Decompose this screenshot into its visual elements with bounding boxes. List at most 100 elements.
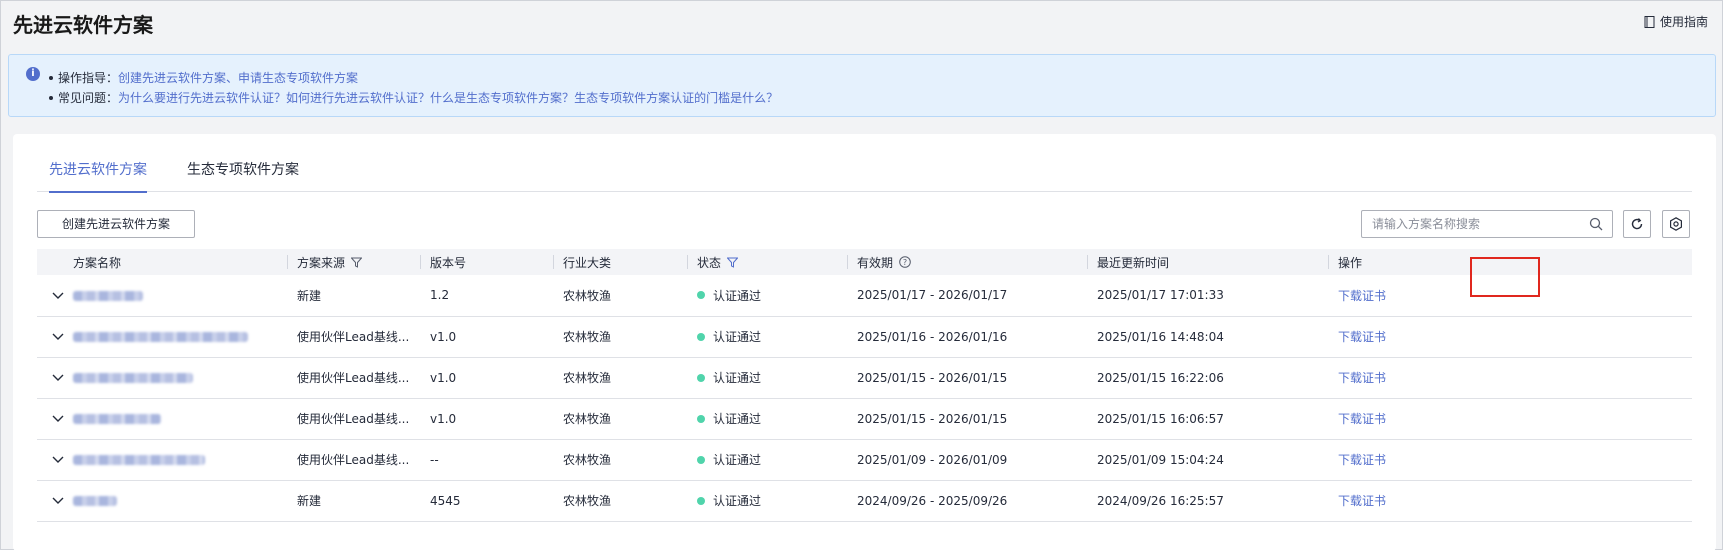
industry-cell: 农林牧渔	[553, 480, 687, 522]
info-icon: i	[26, 67, 40, 81]
updated-cell: 2025/01/16 14:48:04	[1087, 316, 1328, 358]
table-row[interactable]: 新建 1.2 农林牧渔 认证通过 2025/01/17 - 2026/01/17 2025…	[37, 275, 1692, 317]
action-cell: 下载证书	[1328, 480, 1692, 522]
action-cell: 下载证书	[1328, 275, 1692, 317]
col-header-source: 方案来源	[287, 249, 420, 275]
solution-table: 方案名称 方案来源 版本号 行业大类 状态 有效期? 最近更新时间 操作 新建 1…	[37, 249, 1692, 522]
version-cell: 1.2	[420, 275, 553, 317]
tips-guide-line: 操作指导：创建先进云软件方案、申请生态专项软件方案	[49, 69, 358, 86]
source-cell: 使用伙伴Lead基线...	[287, 316, 420, 358]
table-row[interactable]: 新建 4545 农林牧渔 认证通过 2024/09/26 - 2025/09/26 202…	[37, 480, 1692, 522]
status-dot-icon	[697, 373, 705, 382]
book-icon	[1644, 15, 1655, 28]
faq-link-3[interactable]: 什么是生态专项软件方案？	[430, 91, 574, 105]
search-icon[interactable]	[1589, 217, 1603, 231]
filter-icon[interactable]	[727, 257, 739, 268]
chevron-down-icon[interactable]	[52, 456, 64, 464]
status-dot-icon	[697, 496, 705, 505]
create-solution-button[interactable]: 创建先进云软件方案	[37, 210, 195, 238]
chevron-down-icon[interactable]	[52, 415, 64, 423]
solution-name-redacted[interactable]	[73, 373, 193, 383]
solution-name-redacted[interactable]	[73, 290, 143, 301]
tips-faq-label: 常见问题：	[58, 91, 119, 105]
solution-name-redacted[interactable]	[73, 496, 117, 506]
status-cell: 认证通过	[687, 480, 847, 522]
tab-eco-special-solution[interactable]: 生态专项软件方案	[187, 160, 299, 192]
status-dot-icon	[697, 414, 705, 423]
search-input[interactable]	[1372, 211, 1587, 237]
industry-cell: 农林牧渔	[553, 316, 687, 358]
source-cell: 新建	[287, 275, 420, 317]
tips-banner: i 操作指导：创建先进云软件方案、申请生态专项软件方案 常见问题：为什么要进行先…	[8, 54, 1716, 117]
filter-icon[interactable]	[351, 257, 363, 268]
status-label: 认证通过	[713, 453, 762, 467]
download-certificate-link[interactable]: 下载证书	[1338, 289, 1386, 303]
refresh-icon	[1631, 218, 1643, 230]
tab-bar: 先进云软件方案 生态专项软件方案	[37, 160, 1692, 193]
version-cell: v1.0	[420, 316, 553, 358]
validity-cell: 2025/01/16 - 2026/01/16	[847, 316, 1087, 358]
user-guide-label: 使用指南	[1659, 15, 1708, 29]
apply-eco-solution-link[interactable]: 申请生态专项软件方案	[238, 71, 358, 85]
status-cell: 认证通过	[687, 275, 847, 317]
col-header-name: 方案名称	[37, 249, 287, 275]
updated-cell: 2025/01/15 16:06:57	[1087, 398, 1328, 440]
table-header-row: 方案名称 方案来源 版本号 行业大类 状态 有效期? 最近更新时间 操作	[37, 249, 1692, 275]
status-dot-icon	[697, 332, 705, 341]
chevron-down-icon[interactable]	[52, 374, 64, 382]
download-certificate-link[interactable]: 下载证书	[1338, 330, 1386, 344]
settings-button[interactable]	[1662, 210, 1690, 238]
industry-cell: 农林牧渔	[553, 439, 687, 481]
download-certificate-link[interactable]: 下载证书	[1338, 453, 1386, 467]
search-box[interactable]	[1361, 210, 1613, 238]
status-label: 认证通过	[713, 371, 762, 385]
industry-cell: 农林牧渔	[553, 398, 687, 440]
faq-link-4[interactable]: 生态专项软件方案认证的门槛是什么？	[574, 91, 778, 105]
download-certificate-link[interactable]: 下载证书	[1338, 412, 1386, 426]
col-header-industry: 行业大类	[553, 249, 687, 275]
version-cell: 4545	[420, 480, 553, 522]
validity-cell: 2025/01/09 - 2026/01/09	[847, 439, 1087, 481]
action-cell: 下载证书	[1328, 439, 1692, 481]
industry-cell: 农林牧渔	[553, 357, 687, 399]
faq-link-1[interactable]: 为什么要进行先进云软件认证？	[118, 91, 286, 105]
col-header-status: 状态	[687, 249, 847, 275]
source-cell: 使用伙伴Lead基线...	[287, 439, 420, 481]
faq-link-2[interactable]: 如何进行先进云软件认证？	[286, 91, 430, 105]
refresh-button[interactable]	[1623, 210, 1651, 238]
status-dot-icon	[697, 455, 705, 464]
action-cell: 下载证书	[1328, 357, 1692, 399]
col-header-action: 操作	[1328, 249, 1692, 275]
download-certificate-link[interactable]: 下载证书	[1338, 494, 1386, 508]
name-cell	[37, 316, 287, 358]
col-header-updated: 最近更新时间	[1087, 249, 1328, 275]
create-solution-link[interactable]: 创建先进云软件方案	[118, 71, 226, 85]
action-cell: 下载证书	[1328, 316, 1692, 358]
table-row[interactable]: 使用伙伴Lead基线... v1.0 农林牧渔 认证通过 2025/01/16 - 20…	[37, 316, 1692, 358]
solution-name-redacted[interactable]	[73, 414, 161, 424]
user-guide-link[interactable]: 使用指南	[1644, 13, 1708, 30]
chevron-down-icon[interactable]	[52, 333, 64, 341]
content-card: 先进云软件方案 生态专项软件方案 创建先进云软件方案 方案名称 方案来源 版本号	[13, 134, 1716, 550]
status-label: 认证通过	[713, 288, 762, 303]
tab-advanced-cloud-solution[interactable]: 先进云软件方案	[49, 160, 147, 193]
svg-text:?: ?	[903, 258, 907, 267]
action-cell: 下载证书	[1328, 398, 1692, 440]
status-cell: 认证通过	[687, 316, 847, 358]
updated-cell: 2025/01/15 16:22:06	[1087, 357, 1328, 399]
table-row[interactable]: 使用伙伴Lead基线... v1.0 农林牧渔 认证通过 2025/01/15 - 20…	[37, 357, 1692, 399]
table-row[interactable]: 使用伙伴Lead基线... v1.0 农林牧渔 认证通过 2025/01/15 - 20…	[37, 398, 1692, 440]
solution-name-redacted[interactable]	[73, 332, 248, 342]
table-row[interactable]: 使用伙伴Lead基线... -- 农林牧渔 认证通过 2025/01/09 - 2026…	[37, 439, 1692, 481]
chevron-down-icon[interactable]	[52, 292, 64, 300]
help-icon[interactable]: ?	[899, 256, 911, 268]
version-cell: v1.0	[420, 357, 553, 399]
app-frame: 先进云软件方案 使用指南 i 操作指导：创建先进云软件方案、申请生态专项软件方案…	[0, 0, 1723, 550]
validity-cell: 2025/01/17 - 2026/01/17	[847, 275, 1087, 317]
source-cell: 使用伙伴Lead基线...	[287, 357, 420, 399]
solution-name-redacted[interactable]	[73, 455, 205, 465]
status-cell: 认证通过	[687, 439, 847, 481]
chevron-down-icon[interactable]	[52, 497, 64, 505]
download-certificate-link[interactable]: 下载证书	[1338, 371, 1386, 385]
validity-cell: 2024/09/26 - 2025/09/26	[847, 480, 1087, 522]
